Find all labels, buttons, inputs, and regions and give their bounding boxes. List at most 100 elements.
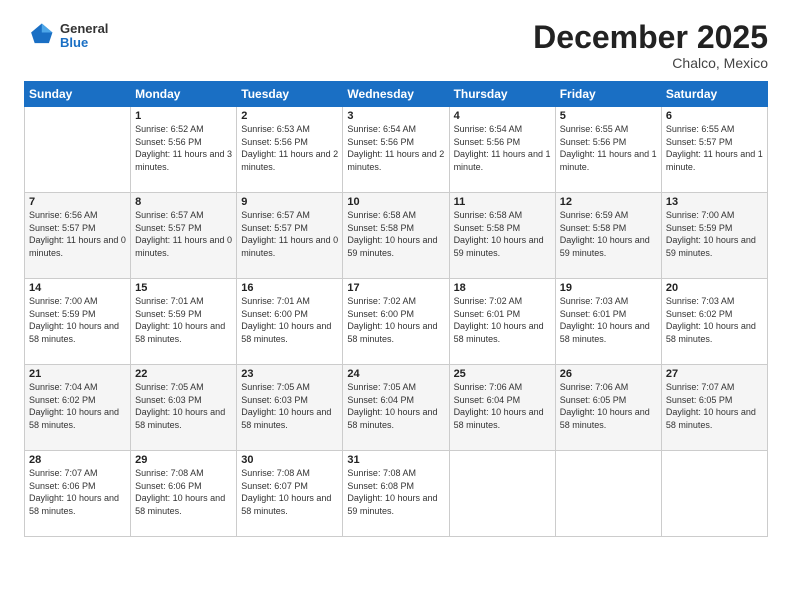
day-detail: Sunrise: 7:02 AMSunset: 6:01 PMDaylight:… xyxy=(454,295,551,345)
logo-text: General Blue xyxy=(60,22,108,51)
day-info-line: Daylight: 10 hours and 59 minutes. xyxy=(666,235,756,258)
day-info-line: Sunrise: 6:59 AM xyxy=(560,210,629,220)
day-info-line: Daylight: 11 hours and 2 minutes. xyxy=(347,149,444,172)
day-detail: Sunrise: 6:55 AMSunset: 5:57 PMDaylight:… xyxy=(666,123,763,173)
weekday-header-monday: Monday xyxy=(131,82,237,107)
day-detail: Sunrise: 6:54 AMSunset: 5:56 PMDaylight:… xyxy=(347,123,444,173)
weekday-header-saturday: Saturday xyxy=(661,82,767,107)
day-info-line: Sunset: 6:01 PM xyxy=(560,309,627,319)
day-info-line: Daylight: 11 hours and 2 minutes. xyxy=(241,149,338,172)
calendar-cell: 8Sunrise: 6:57 AMSunset: 5:57 PMDaylight… xyxy=(131,193,237,279)
day-number: 3 xyxy=(347,110,444,122)
day-info-line: Sunset: 5:57 PM xyxy=(29,223,96,233)
day-number: 14 xyxy=(29,282,126,294)
day-info-line: Sunrise: 6:53 AM xyxy=(241,124,310,134)
day-info-line: Daylight: 11 hours and 1 minute. xyxy=(454,149,551,172)
day-detail: Sunrise: 6:54 AMSunset: 5:56 PMDaylight:… xyxy=(454,123,551,173)
day-info-line: Sunset: 6:05 PM xyxy=(560,395,627,405)
title-block: December 2025 Chalco, Mexico xyxy=(533,20,768,71)
day-info-line: Sunset: 5:59 PM xyxy=(29,309,96,319)
day-number: 17 xyxy=(347,282,444,294)
day-number: 27 xyxy=(666,368,763,380)
day-detail: Sunrise: 7:01 AMSunset: 6:00 PMDaylight:… xyxy=(241,295,338,345)
day-info-line: Sunrise: 7:02 AM xyxy=(347,296,416,306)
day-info-line: Sunrise: 7:08 AM xyxy=(347,468,416,478)
logo-general: General xyxy=(60,22,108,36)
day-info-line: Sunrise: 6:52 AM xyxy=(135,124,204,134)
calendar-cell: 4Sunrise: 6:54 AMSunset: 5:56 PMDaylight… xyxy=(449,107,555,193)
day-detail: Sunrise: 7:02 AMSunset: 6:00 PMDaylight:… xyxy=(347,295,444,345)
day-info-line: Sunset: 5:58 PM xyxy=(454,223,521,233)
weekday-header-row: SundayMondayTuesdayWednesdayThursdayFrid… xyxy=(25,82,768,107)
day-info-line: Sunrise: 6:55 AM xyxy=(666,124,735,134)
day-detail: Sunrise: 6:57 AMSunset: 5:57 PMDaylight:… xyxy=(135,209,232,259)
calendar-week-1: 1 Sunrise: 6:52 AM Sunset: 5:56 PM Daylight… xyxy=(25,107,768,193)
day-info-line: Sunset: 6:00 PM xyxy=(241,309,308,319)
day-number: 12 xyxy=(560,196,657,208)
day-info-line: Sunset: 5:57 PM xyxy=(241,223,308,233)
day-number: 23 xyxy=(241,368,338,380)
day-info-line: Sunset: 5:57 PM xyxy=(135,223,202,233)
day-number: 8 xyxy=(135,196,232,208)
day-info-line: Sunset: 5:56 PM xyxy=(454,137,521,147)
day-info-line: Daylight: 10 hours and 59 minutes. xyxy=(347,493,437,516)
calendar-cell: 22Sunrise: 7:05 AMSunset: 6:03 PMDayligh… xyxy=(131,365,237,451)
day-number: 16 xyxy=(241,282,338,294)
location: Chalco, Mexico xyxy=(533,55,768,71)
weekday-header-thursday: Thursday xyxy=(449,82,555,107)
day-info-line: Sunrise: 6:57 AM xyxy=(241,210,310,220)
calendar-cell: 2Sunrise: 6:53 AMSunset: 5:56 PMDaylight… xyxy=(237,107,343,193)
page: General Blue December 2025 Chalco, Mexic… xyxy=(0,0,792,612)
weekday-header-tuesday: Tuesday xyxy=(237,82,343,107)
calendar-cell: 9Sunrise: 6:57 AMSunset: 5:57 PMDaylight… xyxy=(237,193,343,279)
calendar-cell: 15Sunrise: 7:01 AMSunset: 5:59 PMDayligh… xyxy=(131,279,237,365)
day-detail: Sunrise: 6:57 AMSunset: 5:57 PMDaylight:… xyxy=(241,209,338,259)
calendar-cell: 27Sunrise: 7:07 AMSunset: 6:05 PMDayligh… xyxy=(661,365,767,451)
day-detail: Sunrise: 7:05 AMSunset: 6:04 PMDaylight:… xyxy=(347,381,444,431)
day-info-line: Sunrise: 7:06 AM xyxy=(454,382,523,392)
calendar-cell: 31Sunrise: 7:08 AMSunset: 6:08 PMDayligh… xyxy=(343,451,449,537)
day-info-line: Sunrise: 6:54 AM xyxy=(347,124,416,134)
day-info-line: Daylight: 10 hours and 58 minutes. xyxy=(135,407,225,430)
weekday-header-friday: Friday xyxy=(555,82,661,107)
day-detail: Sunrise: 6:53 AMSunset: 5:56 PMDaylight:… xyxy=(241,123,338,173)
day-number: 18 xyxy=(454,282,551,294)
day-detail: Sunrise: 7:05 AMSunset: 6:03 PMDaylight:… xyxy=(135,381,232,431)
calendar-cell xyxy=(25,107,131,193)
day-info-line: Daylight: 10 hours and 58 minutes. xyxy=(560,321,650,344)
day-number: 1 xyxy=(135,110,232,122)
day-info-line: Daylight: 10 hours and 58 minutes. xyxy=(241,321,331,344)
day-info-line: Daylight: 11 hours and 1 minute. xyxy=(560,149,657,172)
calendar-cell: 25Sunrise: 7:06 AMSunset: 6:04 PMDayligh… xyxy=(449,365,555,451)
day-info-line: Sunset: 5:58 PM xyxy=(347,223,414,233)
day-detail: Sunrise: 7:08 AMSunset: 6:06 PMDaylight:… xyxy=(135,467,232,517)
day-number: 11 xyxy=(454,196,551,208)
day-info-line: Sunrise: 7:08 AM xyxy=(241,468,310,478)
day-detail: Sunrise: 7:01 AMSunset: 5:59 PMDaylight:… xyxy=(135,295,232,345)
day-detail: Sunrise: 7:08 AMSunset: 6:08 PMDaylight:… xyxy=(347,467,444,517)
day-info-line: Sunset: 6:07 PM xyxy=(241,481,308,491)
day-info-line: Daylight: 10 hours and 58 minutes. xyxy=(666,321,756,344)
day-info-line: Sunset: 6:04 PM xyxy=(454,395,521,405)
day-info-line: Sunset: 6:01 PM xyxy=(454,309,521,319)
calendar-cell: 12Sunrise: 6:59 AMSunset: 5:58 PMDayligh… xyxy=(555,193,661,279)
weekday-header-sunday: Sunday xyxy=(25,82,131,107)
day-number: 5 xyxy=(560,110,657,122)
calendar-cell: 14Sunrise: 7:00 AMSunset: 5:59 PMDayligh… xyxy=(25,279,131,365)
day-number: 2 xyxy=(241,110,338,122)
calendar-cell: 23Sunrise: 7:05 AMSunset: 6:03 PMDayligh… xyxy=(237,365,343,451)
day-info-line: Sunset: 5:59 PM xyxy=(666,223,733,233)
day-info-line: Daylight: 10 hours and 59 minutes. xyxy=(347,235,437,258)
header: General Blue December 2025 Chalco, Mexic… xyxy=(24,20,768,71)
day-detail: Sunrise: 7:03 AMSunset: 6:02 PMDaylight:… xyxy=(666,295,763,345)
calendar-cell: 1Sunrise: 6:52 AMSunset: 5:56 PMDaylight… xyxy=(131,107,237,193)
calendar-cell: 18Sunrise: 7:02 AMSunset: 6:01 PMDayligh… xyxy=(449,279,555,365)
day-detail: Sunrise: 7:04 AMSunset: 6:02 PMDaylight:… xyxy=(29,381,126,431)
day-number: 22 xyxy=(135,368,232,380)
calendar-cell: 5Sunrise: 6:55 AMSunset: 5:56 PMDaylight… xyxy=(555,107,661,193)
day-info-line: Sunrise: 7:08 AM xyxy=(135,468,204,478)
day-info-line: Sunrise: 7:07 AM xyxy=(666,382,735,392)
day-info-line: Sunrise: 6:55 AM xyxy=(560,124,629,134)
day-detail: Sunrise: 7:00 AMSunset: 5:59 PMDaylight:… xyxy=(666,209,763,259)
day-detail: Sunrise: 7:07 AMSunset: 6:05 PMDaylight:… xyxy=(666,381,763,431)
